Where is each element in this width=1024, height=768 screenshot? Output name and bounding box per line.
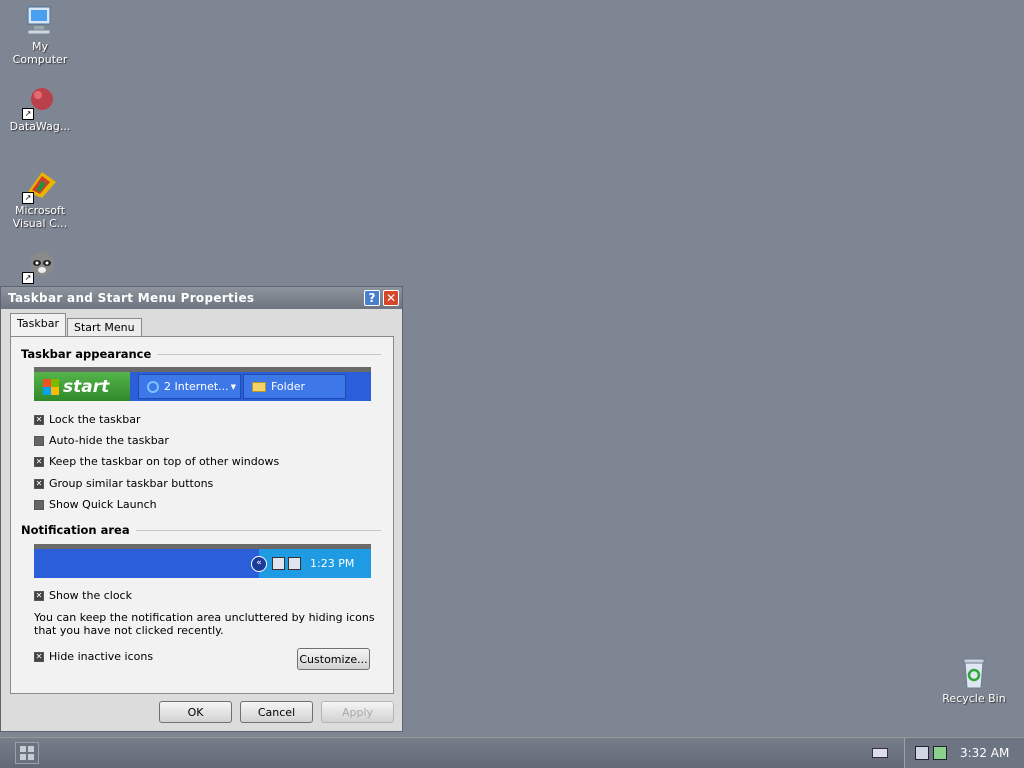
desktop-icon-visual-c[interactable]: ↗ Microsoft Visual C... (2, 168, 78, 230)
option-hide-inactive[interactable]: ✕ Hide inactive icons (34, 650, 153, 663)
desktop-icon-label: My Computer (12, 40, 68, 66)
close-button[interactable]: ✕ (383, 290, 399, 306)
shortcut-arrow-icon: ↗ (22, 192, 34, 204)
windows-logo-icon (43, 378, 59, 395)
chevron-left-icon: « (251, 555, 267, 572)
visual-c-icon: ↗ (22, 168, 58, 204)
checkbox-checked[interactable]: ✕ (34, 590, 44, 601)
checkbox-checked[interactable]: ✕ (34, 414, 44, 425)
preview-clock: 1:23 PM (310, 557, 355, 570)
raccoon-app-icon: ↗ (22, 248, 58, 284)
start-button[interactable] (15, 742, 39, 764)
dropdown-arrow-icon: ▼ (230, 382, 237, 391)
preview-taskbar-item-internet: 2 Internet... ▼ (138, 374, 241, 399)
option-group-buttons[interactable]: ✕ Group similar taskbar buttons (34, 477, 213, 490)
preview-taskbar-item-folder: Folder (243, 374, 346, 399)
desktop-icon-datawag[interactable]: ↗ DataWag... (2, 84, 78, 133)
tab-strip: Taskbar Start Menu (10, 313, 143, 336)
divider (157, 353, 381, 355)
shortcut-arrow-icon: ↗ (22, 272, 34, 284)
divider (135, 529, 381, 531)
taskbar: 3:32 AM (0, 737, 1024, 768)
preview-tray: « 1:23 PM (251, 549, 371, 578)
option-lock-taskbar[interactable]: ✕ Lock the taskbar (34, 413, 141, 426)
taskbar-properties-dialog: Taskbar and Start Menu Properties ? ✕ Ta… (0, 286, 403, 732)
notification-area-heading: Notification area (21, 523, 381, 537)
folder-icon (252, 381, 266, 392)
checkbox-checked[interactable]: ✕ (34, 456, 44, 467)
my-computer-icon (22, 4, 58, 40)
preview-start-button: start (34, 372, 130, 401)
customize-button[interactable]: Customize... (297, 648, 370, 670)
tab-taskbar[interactable]: Taskbar (10, 313, 66, 336)
recycle-bin-icon (956, 656, 992, 692)
network-icon[interactable] (915, 746, 929, 760)
system-tray: 3:32 AM (904, 738, 1024, 768)
desktop-icon-label: Microsoft Visual C... (12, 204, 68, 230)
keyboard-icon[interactable] (872, 748, 888, 758)
apply-button[interactable]: Apply (321, 701, 394, 723)
desktop-icon-my-computer[interactable]: My Computer (2, 4, 78, 66)
title-bar[interactable]: Taskbar and Start Menu Properties ? ✕ (1, 287, 402, 309)
notification-note: You can keep the notification area unclu… (34, 611, 375, 637)
desktop-icon-label: DataWag... (9, 120, 71, 133)
datawag-icon: ↗ (22, 84, 58, 120)
option-keep-on-top[interactable]: ✕ Keep the taskbar on top of other window… (34, 455, 279, 468)
checkbox-checked[interactable]: ✕ (34, 651, 44, 662)
option-quick-launch[interactable]: Show Quick Launch (34, 498, 157, 511)
checkbox-unchecked[interactable] (34, 499, 44, 510)
cancel-button[interactable]: Cancel (240, 701, 313, 723)
close-icon: ✕ (385, 291, 397, 305)
safely-remove-icon[interactable] (933, 746, 947, 760)
option-auto-hide[interactable]: Auto-hide the taskbar (34, 434, 169, 447)
help-button[interactable]: ? (364, 290, 380, 306)
option-show-clock[interactable]: ✕ Show the clock (34, 589, 132, 602)
checkbox-checked[interactable]: ✕ (34, 478, 44, 489)
shortcut-arrow-icon: ↗ (22, 108, 34, 120)
internet-explorer-icon (147, 380, 159, 393)
tab-start-menu[interactable]: Start Menu (67, 318, 142, 336)
desktop-icon-recycle-bin[interactable]: Recycle Bin (936, 656, 1012, 705)
clock[interactable]: 3:32 AM (960, 746, 1009, 760)
ok-button[interactable]: OK (159, 701, 232, 723)
notification-preview: « 1:23 PM (34, 544, 371, 578)
desktop-icon-raccoon-app[interactable]: ↗ (2, 248, 78, 284)
printer-icon (288, 557, 301, 570)
taskbar-preview: start 2 Internet... ▼ Folder (34, 367, 371, 401)
taskbar-appearance-heading: Taskbar appearance (21, 347, 381, 361)
dialog-title: Taskbar and Start Menu Properties (8, 291, 255, 305)
help-icon: ? (368, 291, 376, 305)
network-icon (272, 557, 285, 570)
desktop-icon-label: Recycle Bin (942, 692, 1006, 705)
checkbox-unchecked[interactable] (34, 435, 44, 446)
taskbar-tab-panel: Taskbar appearance start 2 Internet... ▼… (10, 336, 394, 694)
